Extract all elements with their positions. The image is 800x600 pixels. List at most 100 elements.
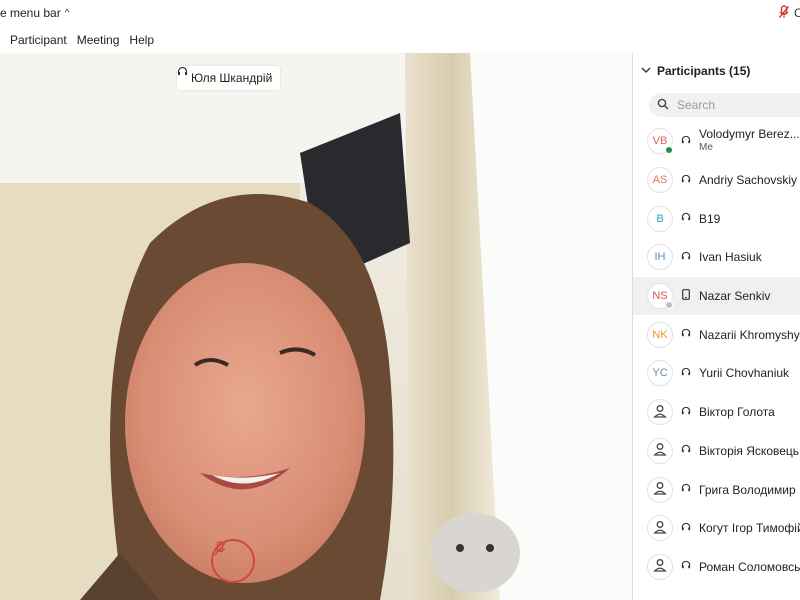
participant-name-block: Вікторія Ясковець <box>699 444 799 458</box>
status-dot <box>665 301 673 310</box>
person-icon <box>653 442 667 459</box>
title-bar: e menu bar ^ C <box>0 0 800 27</box>
participant-row[interactable]: IH Ivan Hasiuk <box>633 238 800 277</box>
menu-participant[interactable]: Participant <box>10 33 67 47</box>
avatar: B <box>647 205 673 232</box>
participants-title: Participants (15) <box>657 64 751 78</box>
participant-name-block: Nazar Senkiv <box>699 289 770 303</box>
avatar: AS <box>647 167 673 194</box>
avatar: YC <box>647 360 673 387</box>
avatar <box>647 553 673 580</box>
participant-name: Вікторія Ясковець <box>699 443 800 458</box>
participant-list: VB Volodymyr Berez... Me AS Andriy Sachovski… <box>633 122 800 586</box>
participant-subtitle: Me <box>699 142 713 154</box>
participant-search[interactable] <box>649 93 800 117</box>
avatar-initials: AS <box>652 174 668 187</box>
participant-row[interactable]: YC Yurii Chovhaniuk <box>633 354 800 393</box>
participant-row[interactable]: AS Andriy Sachovskiy <box>633 161 800 200</box>
search-icon <box>657 98 669 113</box>
participant-name-block: Yurii Chovhaniuk <box>699 366 789 380</box>
toy-eye <box>456 544 464 552</box>
participant-name: Volodymyr Berez... <box>699 127 800 142</box>
headset-icon <box>681 135 691 148</box>
participant-name-block: Роман Соломовськ <box>699 560 800 574</box>
headset-icon <box>681 328 691 341</box>
avatar-initials: NK <box>652 328 668 341</box>
person-icon <box>653 481 667 498</box>
participant-row[interactable]: B B19 <box>633 199 800 238</box>
avatar <box>647 515 673 542</box>
headset-icon <box>681 367 691 380</box>
participant-name-block: Когут Ігор Тимофій <box>699 521 800 535</box>
participant-row[interactable]: Когут Ігор Тимофій <box>633 509 800 548</box>
person-icon <box>653 404 667 421</box>
participant-row[interactable]: NS Nazar Senkiv <box>633 276 800 316</box>
avatar <box>647 476 673 503</box>
avatar-initials: IH <box>654 251 666 264</box>
participant-name: Ivan Hasiuk <box>699 250 762 265</box>
participant-row[interactable]: Віктор Голота <box>633 393 800 432</box>
participant-name: Когут Ігор Тимофій <box>699 521 800 536</box>
headset-icon <box>681 251 691 264</box>
toy-eye <box>486 544 494 552</box>
participant-name: Nazar Senkiv <box>699 289 771 304</box>
search-input[interactable] <box>677 98 787 112</box>
toy <box>430 513 520 593</box>
participants-panel: Participants (15) VB Volodymyr Berez...Me… <box>632 53 800 600</box>
participant-name: Nazarii Khromyshyn <box>699 327 800 342</box>
muted-mic-icon[interactable] <box>778 5 790 22</box>
participant-name-block: Volodymyr Berez... Me <box>699 127 800 155</box>
participant-name: Віктор Голота <box>699 405 775 420</box>
avatar-initials: YC <box>652 367 668 380</box>
mic-status-label: C <box>794 6 800 20</box>
participant-row[interactable]: NK Nazarii Khromyshyn <box>633 315 800 354</box>
menu-meeting[interactable]: Meeting <box>77 33 120 47</box>
participant-name: Andriy Sachovskiy <box>699 173 798 188</box>
status-dot <box>665 146 673 155</box>
participant-name-block: Віктор Голота <box>699 405 775 419</box>
speaker-video-frame <box>0 53 632 600</box>
active-speaker-label: Юля Шкандрій <box>177 66 281 90</box>
participant-row[interactable]: Грига Володимир <box>633 470 800 509</box>
participant-row[interactable]: Вікторія Ясковець <box>633 432 800 471</box>
participant-row[interactable]: Роман Соломовськ <box>633 548 800 587</box>
participant-name: Yurii Chovhaniuk <box>699 366 790 381</box>
headset-icon <box>681 406 691 419</box>
avatar-initials: NS <box>652 290 668 303</box>
person-icon <box>653 558 667 575</box>
participants-header[interactable]: Participants (15) <box>633 53 800 89</box>
headset-icon <box>681 174 691 187</box>
headset-icon <box>681 560 691 573</box>
avatar: NS <box>647 283 673 310</box>
person-icon <box>653 520 667 537</box>
face <box>125 263 365 583</box>
participant-row[interactable]: VB Volodymyr Berez... Me <box>633 122 800 161</box>
avatar-initials: B <box>656 212 664 225</box>
participant-name-block: B19 <box>699 212 720 226</box>
participant-name: Роман Соломовськ <box>699 559 800 574</box>
participant-name: B19 <box>699 211 721 226</box>
headset-icon <box>681 444 691 457</box>
avatar-initials: VB <box>652 135 668 148</box>
avatar <box>647 399 673 426</box>
avatar: VB <box>647 128 673 155</box>
avatar <box>647 437 673 464</box>
participant-name-block: Nazarii Khromyshyn <box>699 328 800 342</box>
menu-bar: Participant Meeting Help <box>0 27 800 53</box>
menu-help[interactable]: Help <box>129 33 154 47</box>
participant-name-block: Грига Володимир <box>699 483 796 497</box>
participant-name: Грига Володимир <box>699 482 796 497</box>
hide-menu-bar-toggle[interactable]: e menu bar ^ <box>0 6 69 20</box>
hide-menu-bar-label: e menu bar <box>0 6 61 20</box>
headset-icon <box>681 212 691 225</box>
avatar: IH <box>647 244 673 271</box>
chevron-down-icon[interactable] <box>641 65 651 77</box>
participant-name-block: Andriy Sachovskiy <box>699 173 797 187</box>
participant-name-block: Ivan Hasiuk <box>699 250 762 264</box>
phone-icon <box>681 289 691 303</box>
chevron-up-icon: ^ <box>64 7 70 19</box>
headset-icon <box>681 483 691 496</box>
video-stage[interactable]: Юля Шкандрій <box>0 53 632 600</box>
headset-icon <box>681 522 691 535</box>
muted-indicator <box>211 539 255 583</box>
